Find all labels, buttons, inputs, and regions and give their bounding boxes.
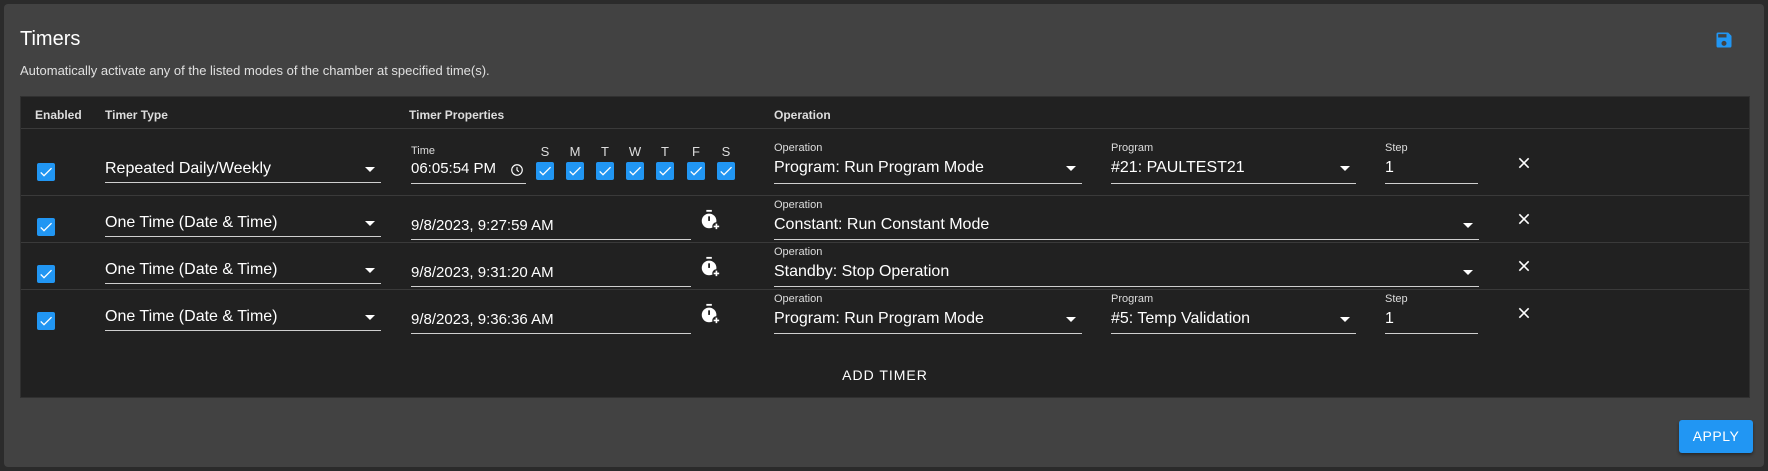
caret-down-icon <box>1066 317 1076 322</box>
check-icon <box>40 167 52 177</box>
check-icon <box>40 316 52 326</box>
day-checkbox-sat[interactable] <box>717 162 735 180</box>
add-timer-button[interactable]: ADD TIMER <box>21 352 1749 398</box>
datetime-input[interactable]: 9/8/2023, 9:31:20 AM <box>411 253 691 287</box>
timers-table: Enabled Timer Type Timer Properties Oper… <box>20 96 1750 398</box>
timer-add-icon[interactable] <box>699 303 721 325</box>
day-label-fri: F <box>692 144 700 159</box>
program-select[interactable]: Program #5: Temp Validation <box>1111 290 1356 334</box>
panel-title: Timers <box>20 28 81 50</box>
caret-down-icon <box>1066 166 1076 171</box>
check-icon <box>629 166 641 176</box>
check-icon <box>659 166 671 176</box>
day-label-sat: S <box>721 144 731 159</box>
caret-down-icon <box>1463 223 1473 228</box>
timer-add-icon[interactable] <box>699 209 721 231</box>
day-label-wed: W <box>628 144 642 159</box>
timer-type-select[interactable]: One Time (Date & Time) <box>105 206 381 237</box>
header-timer-properties: Timer Properties <box>409 108 505 122</box>
step-input[interactable]: Step 1 <box>1385 142 1478 184</box>
enabled-checkbox[interactable] <box>37 312 55 330</box>
enabled-checkbox[interactable] <box>37 218 55 236</box>
check-icon <box>569 166 581 176</box>
program-select[interactable]: Program #21: PAULTEST21 <box>1111 142 1356 184</box>
check-icon <box>690 166 702 176</box>
caret-down-icon <box>1340 317 1350 322</box>
day-label-tue: T <box>601 144 609 159</box>
day-checkbox-fri[interactable] <box>687 162 705 180</box>
enabled-checkbox[interactable] <box>37 265 55 283</box>
caret-down-icon <box>1463 270 1473 275</box>
operation-select[interactable]: Operation Program: Run Program Mode <box>774 290 1082 334</box>
day-checkbox-sun[interactable] <box>536 162 554 180</box>
header-timer-type: Timer Type <box>105 108 168 122</box>
apply-button[interactable]: APPLY <box>1679 420 1753 453</box>
table-row: One Time (Date & Time) 9/8/2023, 9:27:59… <box>21 196 1749 243</box>
enabled-checkbox[interactable] <box>37 163 55 181</box>
check-icon <box>40 269 52 279</box>
caret-down-icon <box>1340 166 1350 171</box>
close-icon[interactable] <box>1516 258 1532 274</box>
table-row: One Time (Date & Time) 9/8/2023, 9:36:36… <box>21 290 1749 352</box>
check-icon <box>40 222 52 232</box>
table-header: Enabled Timer Type Timer Properties Oper… <box>21 97 1749 129</box>
timer-add-icon[interactable] <box>699 256 721 278</box>
caret-down-icon <box>365 221 375 226</box>
operation-select[interactable]: Operation Standby: Stop Operation <box>774 243 1479 287</box>
table-row: Repeated Daily/Weekly Time 06:05:54 PM S… <box>21 130 1749 196</box>
operation-select[interactable]: Operation Constant: Run Constant Mode <box>774 196 1479 240</box>
header-operation: Operation <box>774 108 831 122</box>
day-checkbox-tue[interactable] <box>596 162 614 180</box>
save-icon[interactable] <box>1714 30 1734 50</box>
time-input[interactable]: Time 06:05:54 PM <box>411 142 526 184</box>
day-checkbox-mon[interactable] <box>566 162 584 180</box>
timer-type-select[interactable]: One Time (Date & Time) <box>105 300 381 331</box>
datetime-input[interactable]: 9/8/2023, 9:27:59 AM <box>411 206 691 240</box>
timers-panel: Timers Automatically activate any of the… <box>4 4 1764 467</box>
day-checkbox-wed[interactable] <box>626 162 644 180</box>
operation-select[interactable]: Operation Program: Run Program Mode <box>774 142 1082 184</box>
panel-subtitle: Automatically activate any of the listed… <box>20 63 490 78</box>
header-enabled: Enabled <box>35 108 82 122</box>
table-row: One Time (Date & Time) 9/8/2023, 9:31:20… <box>21 243 1749 290</box>
caret-down-icon <box>365 315 375 320</box>
day-label-mon: M <box>569 144 581 159</box>
check-icon <box>539 166 551 176</box>
check-icon <box>599 166 611 176</box>
datetime-input[interactable]: 9/8/2023, 9:36:36 AM <box>411 300 691 334</box>
day-label-thu: T <box>661 144 669 159</box>
step-input[interactable]: Step 1 <box>1385 290 1478 334</box>
close-icon[interactable] <box>1516 155 1532 171</box>
close-icon[interactable] <box>1516 211 1532 227</box>
timer-type-select[interactable]: Repeated Daily/Weekly <box>105 152 381 183</box>
timer-type-select[interactable]: One Time (Date & Time) <box>105 253 381 284</box>
day-label-sun: S <box>540 144 550 159</box>
check-icon <box>720 166 732 176</box>
clock-icon[interactable] <box>510 163 524 177</box>
caret-down-icon <box>365 167 375 172</box>
day-checkbox-thu[interactable] <box>656 162 674 180</box>
caret-down-icon <box>365 268 375 273</box>
close-icon[interactable] <box>1516 305 1532 321</box>
